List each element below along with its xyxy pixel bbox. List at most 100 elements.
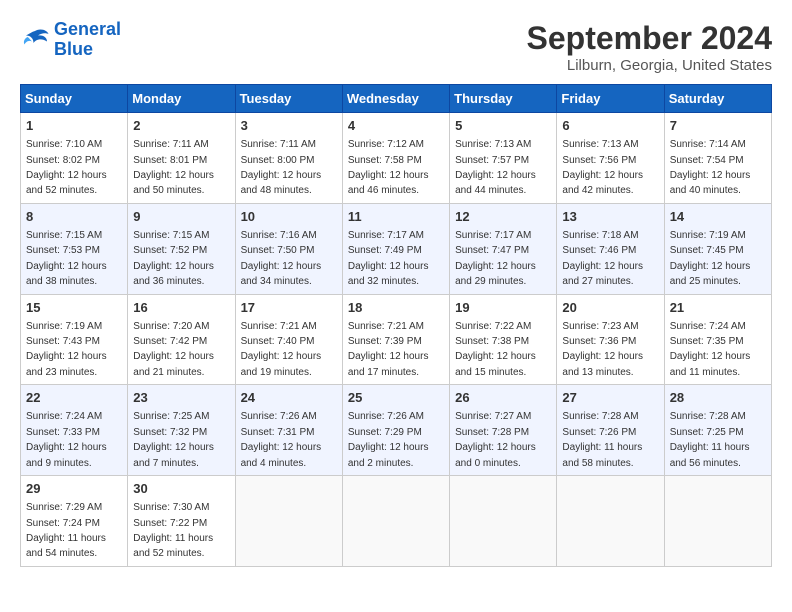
day-info: Sunrise: 7:28 AM Sunset: 7:26 PM Dayligh… <box>562 411 642 468</box>
day-info: Sunrise: 7:21 AM Sunset: 7:40 PM Dayligh… <box>241 321 322 378</box>
day-number: 11 <box>348 208 444 226</box>
day-number: 7 <box>670 117 766 135</box>
day-info: Sunrise: 7:15 AM Sunset: 7:53 PM Dayligh… <box>26 230 107 287</box>
day-info: Sunrise: 7:24 AM Sunset: 7:35 PM Dayligh… <box>670 321 751 378</box>
day-number: 8 <box>26 208 122 226</box>
day-number: 2 <box>133 117 229 135</box>
calendar-cell: 1 Sunrise: 7:10 AM Sunset: 8:02 PM Daylig… <box>21 113 128 204</box>
calendar-cell: 24 Sunrise: 7:26 AM Sunset: 7:31 PM Dayli… <box>235 385 342 476</box>
col-header-tuesday: Tuesday <box>235 85 342 113</box>
day-info: Sunrise: 7:22 AM Sunset: 7:38 PM Dayligh… <box>455 321 536 378</box>
day-number: 25 <box>348 389 444 407</box>
day-info: Sunrise: 7:28 AM Sunset: 7:25 PM Dayligh… <box>670 411 750 468</box>
calendar-cell: 4Sunrise: 7:12 AM Sunset: 7:58 PM Daylig… <box>342 113 449 204</box>
month-title: September 2024 <box>527 20 772 57</box>
calendar-cell: 6 Sunrise: 7:13 AM Sunset: 7:56 PM Daylig… <box>557 113 664 204</box>
col-header-saturday: Saturday <box>664 85 771 113</box>
day-info: Sunrise: 7:20 AM Sunset: 7:42 PM Dayligh… <box>133 321 214 378</box>
day-number: 6 <box>562 117 658 135</box>
day-number: 20 <box>562 299 658 317</box>
day-number: 9 <box>133 208 229 226</box>
day-info: Sunrise: 7:26 AM Sunset: 7:31 PM Dayligh… <box>241 411 322 468</box>
day-info: Sunrise: 7:25 AM Sunset: 7:32 PM Dayligh… <box>133 411 214 468</box>
calendar-cell: 18 Sunrise: 7:21 AM Sunset: 7:39 PM Dayli… <box>342 294 449 385</box>
calendar-cell: 22 Sunrise: 7:24 AM Sunset: 7:33 PM Dayli… <box>21 385 128 476</box>
calendar-cell: 16 Sunrise: 7:20 AM Sunset: 7:42 PM Dayli… <box>128 294 235 385</box>
calendar-cell: 19 Sunrise: 7:22 AM Sunset: 7:38 PM Dayli… <box>450 294 557 385</box>
calendar-cell: 5Sunrise: 7:13 AM Sunset: 7:57 PM Daylig… <box>450 113 557 204</box>
day-number: 19 <box>455 299 551 317</box>
day-number: 28 <box>670 389 766 407</box>
day-info: Sunrise: 7:11 AM Sunset: 8:01 PM Dayligh… <box>133 139 214 196</box>
day-info: Sunrise: 7:26 AM Sunset: 7:29 PM Dayligh… <box>348 411 429 468</box>
day-info: Sunrise: 7:19 AM Sunset: 7:45 PM Dayligh… <box>670 230 751 287</box>
day-info: Sunrise: 7:21 AM Sunset: 7:39 PM Dayligh… <box>348 321 429 378</box>
day-number: 29 <box>26 480 122 498</box>
col-header-wednesday: Wednesday <box>342 85 449 113</box>
day-info: Sunrise: 7:30 AM Sunset: 7:22 PM Dayligh… <box>133 502 213 559</box>
col-header-thursday: Thursday <box>450 85 557 113</box>
location: Lilburn, Georgia, United States <box>527 57 772 74</box>
calendar-cell: 29 Sunrise: 7:29 AM Sunset: 7:24 PM Dayli… <box>21 476 128 567</box>
calendar-cell: 30 Sunrise: 7:30 AM Sunset: 7:22 PM Dayli… <box>128 476 235 567</box>
day-info: Sunrise: 7:27 AM Sunset: 7:28 PM Dayligh… <box>455 411 536 468</box>
day-number: 3 <box>241 117 337 135</box>
day-info: Sunrise: 7:19 AM Sunset: 7:43 PM Dayligh… <box>26 321 107 378</box>
day-number: 24 <box>241 389 337 407</box>
day-info: Sunrise: 7:14 AM Sunset: 7:54 PM Dayligh… <box>670 139 751 196</box>
day-info: Sunrise: 7:13 AM Sunset: 7:56 PM Dayligh… <box>562 139 643 196</box>
day-info: Sunrise: 7:10 AM Sunset: 8:02 PM Dayligh… <box>26 139 107 196</box>
day-number: 5 <box>455 117 551 135</box>
day-number: 18 <box>348 299 444 317</box>
logo: General Blue <box>20 20 121 60</box>
calendar-cell: 2 Sunrise: 7:11 AM Sunset: 8:01 PM Daylig… <box>128 113 235 204</box>
calendar-cell: 14 Sunrise: 7:19 AM Sunset: 7:45 PM Dayli… <box>664 203 771 294</box>
day-number: 4 <box>348 117 444 135</box>
calendar-cell: 20Sunrise: 7:23 AM Sunset: 7:36 PM Dayli… <box>557 294 664 385</box>
calendar-cell: 21Sunrise: 7:24 AM Sunset: 7:35 PM Dayli… <box>664 294 771 385</box>
calendar-cell: 25 Sunrise: 7:26 AM Sunset: 7:29 PM Dayli… <box>342 385 449 476</box>
calendar-cell: 26 Sunrise: 7:27 AM Sunset: 7:28 PM Dayli… <box>450 385 557 476</box>
day-number: 16 <box>133 299 229 317</box>
day-number: 26 <box>455 389 551 407</box>
day-info: Sunrise: 7:29 AM Sunset: 7:24 PM Dayligh… <box>26 502 106 559</box>
day-number: 14 <box>670 208 766 226</box>
calendar-cell <box>450 476 557 567</box>
day-info: Sunrise: 7:17 AM Sunset: 7:49 PM Dayligh… <box>348 230 429 287</box>
calendar-cell: 13Sunrise: 7:18 AM Sunset: 7:46 PM Dayli… <box>557 203 664 294</box>
day-info: Sunrise: 7:24 AM Sunset: 7:33 PM Dayligh… <box>26 411 107 468</box>
day-info: Sunrise: 7:16 AM Sunset: 7:50 PM Dayligh… <box>241 230 322 287</box>
day-info: Sunrise: 7:18 AM Sunset: 7:46 PM Dayligh… <box>562 230 643 287</box>
logo-text: General Blue <box>54 20 121 60</box>
calendar-cell: 7 Sunrise: 7:14 AM Sunset: 7:54 PM Daylig… <box>664 113 771 204</box>
calendar-cell: 9 Sunrise: 7:15 AM Sunset: 7:52 PM Daylig… <box>128 203 235 294</box>
calendar-cell: 15Sunrise: 7:19 AM Sunset: 7:43 PM Dayli… <box>21 294 128 385</box>
calendar-cell: 17 Sunrise: 7:21 AM Sunset: 7:40 PM Dayli… <box>235 294 342 385</box>
logo-bird-icon <box>20 25 50 55</box>
day-number: 12 <box>455 208 551 226</box>
calendar-cell <box>235 476 342 567</box>
day-info: Sunrise: 7:17 AM Sunset: 7:47 PM Dayligh… <box>455 230 536 287</box>
day-info: Sunrise: 7:15 AM Sunset: 7:52 PM Dayligh… <box>133 230 214 287</box>
calendar-cell: 27 Sunrise: 7:28 AM Sunset: 7:26 PM Dayli… <box>557 385 664 476</box>
day-number: 10 <box>241 208 337 226</box>
col-header-friday: Friday <box>557 85 664 113</box>
col-header-monday: Monday <box>128 85 235 113</box>
calendar-cell <box>557 476 664 567</box>
title-section: September 2024 Lilburn, Georgia, United … <box>527 20 772 74</box>
calendar-cell <box>664 476 771 567</box>
day-number: 1 <box>26 117 122 135</box>
calendar-cell: 12 Sunrise: 7:17 AM Sunset: 7:47 PM Dayli… <box>450 203 557 294</box>
day-info: Sunrise: 7:11 AM Sunset: 8:00 PM Dayligh… <box>241 139 322 196</box>
day-number: 23 <box>133 389 229 407</box>
day-number: 22 <box>26 389 122 407</box>
calendar-cell: 10 Sunrise: 7:16 AM Sunset: 7:50 PM Dayli… <box>235 203 342 294</box>
calendar-cell: 8 Sunrise: 7:15 AM Sunset: 7:53 PM Daylig… <box>21 203 128 294</box>
day-number: 30 <box>133 480 229 498</box>
calendar-cell: 3 Sunrise: 7:11 AM Sunset: 8:00 PM Daylig… <box>235 113 342 204</box>
page-header: General Blue September 2024 Lilburn, Geo… <box>20 20 772 74</box>
calendar-cell: 23 Sunrise: 7:25 AM Sunset: 7:32 PM Dayli… <box>128 385 235 476</box>
col-header-sunday: Sunday <box>21 85 128 113</box>
day-number: 17 <box>241 299 337 317</box>
day-number: 27 <box>562 389 658 407</box>
